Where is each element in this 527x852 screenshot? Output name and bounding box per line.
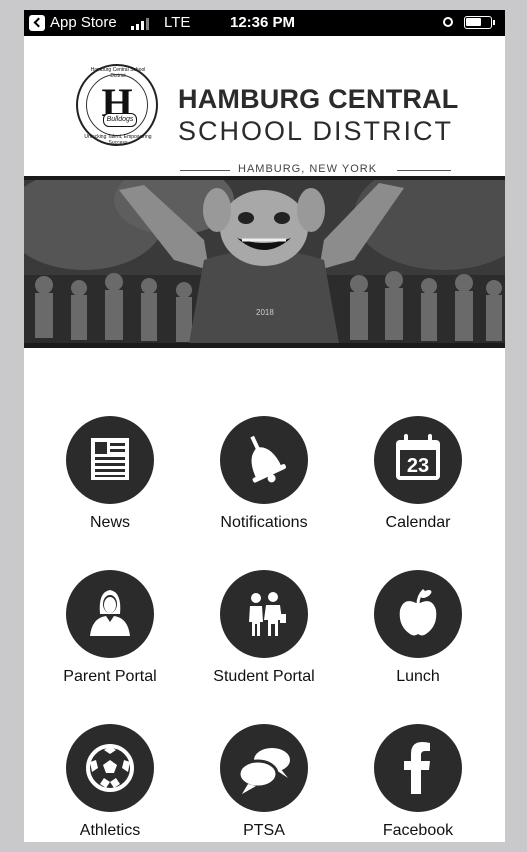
parent-icon bbox=[66, 570, 154, 658]
menu-grid: News Notifications 23 Calendar Parent Po… bbox=[24, 348, 505, 842]
soccer-ball-icon bbox=[66, 724, 154, 812]
apple-icon bbox=[374, 570, 462, 658]
menu-item-facebook[interactable]: Facebook bbox=[348, 724, 488, 842]
calendar-date: 23 bbox=[407, 455, 429, 477]
menu-item-student-portal[interactable]: Student Portal bbox=[194, 570, 334, 700]
menu-item-calendar[interactable]: 23 Calendar bbox=[348, 416, 488, 546]
mascot-banner-photo: 2018 bbox=[24, 176, 505, 348]
seal-ribbon: Bulldogs bbox=[103, 113, 137, 127]
status-bar: App Store LTE 12:36 PM bbox=[24, 10, 505, 36]
menu-item-ptsa[interactable]: PTSA bbox=[194, 724, 334, 842]
menu-label: News bbox=[89, 514, 130, 531]
bell-icon bbox=[220, 416, 308, 504]
seal-ring-bottom-text: Unlocking Talent, Empowering Success bbox=[84, 134, 152, 146]
carrier-label: LTE bbox=[164, 14, 191, 31]
menu-label: Notifications bbox=[220, 514, 308, 531]
alarm-icon bbox=[443, 17, 453, 27]
app-screen: App Store LTE 12:36 PM Hamburg Central S… bbox=[24, 10, 505, 842]
district-header: Hamburg Central School District H Bulldo… bbox=[24, 36, 505, 176]
chat-bubbles-icon bbox=[220, 724, 308, 812]
menu-label: Athletics bbox=[79, 822, 141, 839]
divider-right bbox=[397, 170, 451, 171]
students-icon bbox=[220, 570, 308, 658]
news-icon bbox=[66, 416, 154, 504]
menu-item-notifications[interactable]: Notifications bbox=[194, 416, 334, 546]
back-to-app-link[interactable]: App Store bbox=[50, 14, 117, 31]
district-location: HAMBURG, NEW YORK bbox=[238, 163, 378, 175]
menu-item-news[interactable]: News bbox=[40, 416, 180, 546]
menu-item-lunch[interactable]: Lunch bbox=[348, 570, 488, 700]
menu-label: Parent Portal bbox=[63, 668, 157, 685]
district-title-line1: HAMBURG CENTRAL bbox=[178, 84, 459, 114]
divider-left bbox=[180, 170, 230, 171]
menu-label: Lunch bbox=[396, 668, 440, 685]
clock: 12:36 PM bbox=[230, 14, 296, 31]
menu-item-athletics[interactable]: Athletics bbox=[40, 724, 180, 842]
district-seal-logo: Hamburg Central School District H Bulldo… bbox=[76, 64, 158, 146]
mascot-shirt-text: 2018 bbox=[256, 308, 274, 317]
menu-item-parent-portal[interactable]: Parent Portal bbox=[40, 570, 180, 700]
signal-icon bbox=[131, 17, 153, 30]
back-arrow-icon[interactable] bbox=[29, 15, 45, 31]
menu-label: Facebook bbox=[382, 822, 454, 839]
battery-icon bbox=[464, 16, 495, 29]
menu-label: PTSA bbox=[243, 822, 285, 839]
facebook-icon bbox=[374, 724, 462, 812]
menu-label: Student Portal bbox=[213, 668, 315, 685]
calendar-icon: 23 bbox=[374, 416, 462, 504]
district-title-line2: SCHOOL DISTRICT bbox=[178, 116, 454, 146]
menu-label: Calendar bbox=[385, 514, 451, 531]
